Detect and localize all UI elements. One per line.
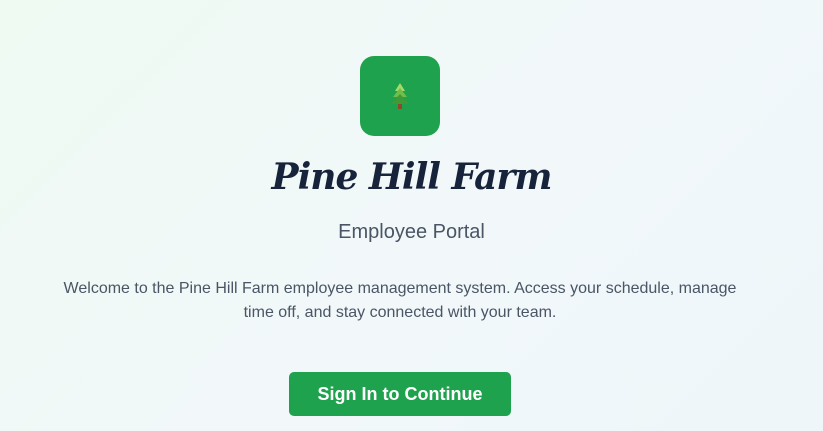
pine-tree-icon <box>388 82 412 110</box>
landing-page: Pine Hill Farm Employee Portal Welcome t… <box>0 0 823 431</box>
sign-in-button[interactable]: Sign In to Continue <box>289 372 511 416</box>
portal-subtitle: Employee Portal <box>338 221 485 243</box>
brand-name: Pine Hill Farm <box>271 156 553 198</box>
logo-tile <box>360 56 440 136</box>
welcome-message: Welcome to the Pine Hill Farm employee m… <box>63 280 737 321</box>
